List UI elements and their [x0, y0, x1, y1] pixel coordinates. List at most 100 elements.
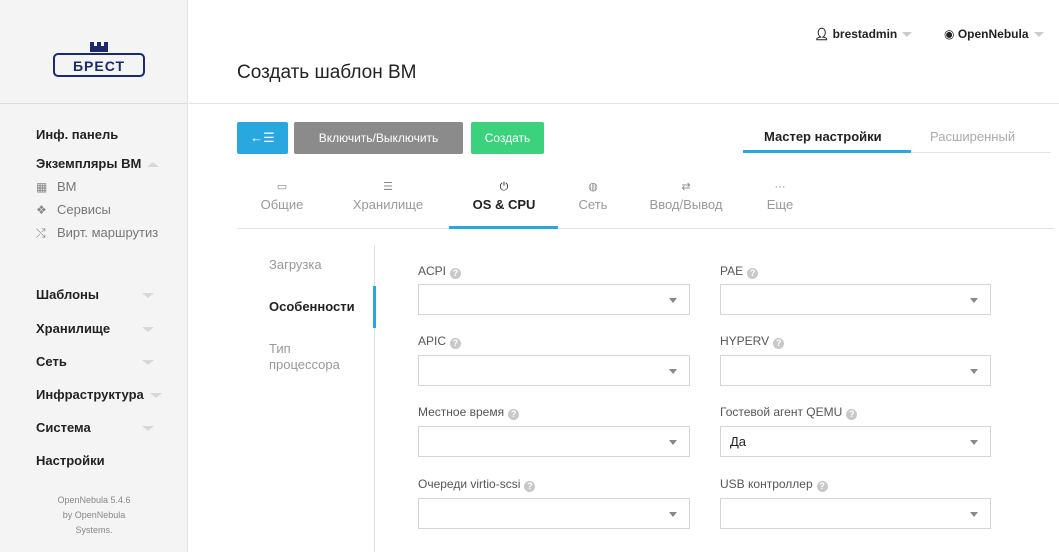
vendor-text: by OpenNebula — [62, 510, 126, 520]
sidebar-item-label: Сеть — [36, 354, 67, 369]
vendor-text: Systems. — [75, 525, 113, 535]
help-icon[interactable]: ? — [524, 481, 536, 492]
sidebar-item-settings[interactable]: Настройки — [36, 453, 105, 468]
chevron-down-icon — [902, 32, 913, 38]
acpi-label: ACPI? — [418, 264, 462, 279]
power-icon: ⏻ — [499, 181, 509, 193]
sidebar-item-instances[interactable]: Экземпляры ВМ — [36, 156, 160, 171]
back-button[interactable]: ←☰ — [237, 122, 288, 154]
chevron-up-icon — [147, 162, 160, 168]
exchange-icon: ⇄ — [681, 181, 691, 193]
page-title: Создать шаблон ВМ — [237, 62, 417, 83]
pae-label: PAE? — [720, 264, 759, 279]
vtab-boot[interactable]: Загрузка — [269, 257, 322, 273]
help-icon[interactable]: ? — [450, 338, 462, 349]
tab-divider — [911, 152, 1051, 153]
sidebar-item-label: Шаблоны — [36, 287, 99, 302]
qemu-agent-select[interactable]: Да — [720, 426, 991, 457]
help-icon[interactable]: ? — [773, 338, 785, 349]
tab-storage[interactable]: ☰ Хранилище — [343, 180, 433, 212]
chevron-down-icon — [149, 393, 162, 399]
tab-network[interactable]: ◍ Сеть — [570, 180, 616, 212]
chevron-down-icon — [142, 360, 154, 365]
apic-label: APIC? — [418, 334, 462, 349]
sidebar-item-dashboard[interactable]: Инф. панель — [36, 127, 118, 142]
sidebar-item-templates[interactable]: Шаблоны — [36, 287, 154, 302]
vtab-cpu-model[interactable]: Тип процессора — [269, 341, 359, 373]
hyperv-label: HYPERV? — [720, 334, 785, 349]
caret-down-icon — [669, 512, 677, 517]
create-button[interactable]: Создать — [471, 122, 544, 154]
localtime-select[interactable] — [418, 426, 690, 457]
sidebar-item-vms[interactable]: ▦ ВМ — [36, 179, 77, 194]
tab-general[interactable]: ▭ Общие — [247, 180, 317, 212]
globe-icon: ◍ — [588, 181, 598, 193]
sidebar-item-infrastructure[interactable]: Инфраструктура — [36, 387, 162, 402]
svg-text:БРЕСТ: БРЕСТ — [73, 58, 125, 74]
help-icon[interactable]: ? — [816, 481, 828, 492]
brest-logo[interactable]: БРЕСТ — [52, 40, 146, 78]
tab-io[interactable]: ⇄ Ввод/Вывод — [640, 180, 732, 212]
caret-down-icon — [669, 298, 677, 303]
caret-down-icon — [970, 512, 978, 517]
hyperv-select[interactable] — [720, 355, 991, 386]
apic-select[interactable] — [418, 355, 690, 386]
laptop-icon: ▭ — [276, 181, 288, 193]
tab-advanced[interactable]: Расширенный — [930, 129, 1015, 144]
sidebar-item-label: Сервисы — [57, 202, 111, 217]
help-icon[interactable]: ? — [508, 409, 520, 420]
sidebar-item-label: Хранилище — [36, 321, 111, 336]
sidebar-item-services[interactable]: ❖ Сервисы — [36, 202, 111, 217]
sidebar-item-label: Вирт. маршрутиз — [57, 225, 159, 240]
virtio-scsi-select[interactable] — [418, 498, 690, 529]
sidebar-item-storage[interactable]: Хранилище — [36, 321, 154, 336]
chevron-down-icon — [142, 293, 154, 298]
caret-down-icon — [970, 369, 978, 374]
acpi-select[interactable] — [418, 284, 690, 315]
chevron-down-icon — [142, 327, 154, 332]
tab-wizard[interactable]: Мастер настройки — [764, 129, 882, 144]
user-name: brestadmin — [832, 27, 898, 41]
caret-down-icon — [669, 440, 677, 445]
sidebar-item-vrouters[interactable]: ⤭ Вирт. маршрутиз — [36, 225, 158, 241]
section-tab-indicator — [449, 226, 558, 229]
grid-icon: ▦ — [36, 180, 48, 194]
sidebar-divider — [0, 103, 188, 104]
header-divider — [189, 103, 1059, 104]
storage-icon: ☰ — [383, 181, 393, 193]
sidebar: БРЕСТ Инф. панель Экземпляры ВМ ▦ ВМ ❖ Сер… — [0, 0, 188, 552]
cubes-icon: ❖ — [36, 203, 47, 217]
select-value: Да — [730, 434, 747, 449]
sidebar-item-label: Инфраструктура — [36, 387, 144, 402]
caret-down-icon — [970, 298, 978, 303]
tab-more[interactable]: ··· Еще — [760, 180, 800, 212]
sidebar-item-label: Экземпляры ВМ — [36, 156, 142, 171]
sidebar-item-label: ВМ — [57, 179, 77, 194]
ellipsis-icon: ··· — [774, 181, 786, 193]
sidebar-item-system[interactable]: Система — [36, 420, 154, 435]
sidebar-item-network[interactable]: Сеть — [36, 354, 154, 369]
zone-name: OpenNebula — [957, 27, 1029, 41]
toggle-button[interactable]: Включить/Выключить — [294, 122, 463, 154]
pae-select[interactable] — [720, 284, 991, 315]
sidebar-item-label: Система — [36, 420, 91, 435]
vtab-features[interactable]: Особенности — [269, 299, 355, 315]
chevron-down-icon — [142, 426, 154, 431]
help-icon[interactable]: ? — [846, 409, 858, 420]
localtime-label: Местное время? — [418, 405, 520, 420]
random-icon: ⤭ — [36, 226, 46, 240]
usb-label: USB контроллер? — [720, 477, 828, 492]
user-icon: 👤︎ — [814, 27, 830, 41]
tab-os-cpu[interactable]: ⏻ OS & CPU — [460, 180, 548, 212]
help-icon[interactable]: ? — [747, 268, 759, 279]
tab-indicator — [743, 150, 911, 153]
caret-down-icon — [970, 440, 978, 445]
zone-menu[interactable]: ◉ OpenNebula — [944, 27, 1044, 41]
version-text: OpenNebula 5.4.6 — [57, 495, 131, 505]
chevron-down-icon — [1033, 32, 1044, 38]
caret-down-icon — [669, 369, 677, 374]
globe-icon: ◉ — [944, 27, 955, 41]
help-icon[interactable]: ? — [450, 268, 462, 279]
user-menu[interactable]: 👤︎ brestadmin — [814, 27, 913, 41]
usb-select[interactable] — [720, 498, 991, 529]
